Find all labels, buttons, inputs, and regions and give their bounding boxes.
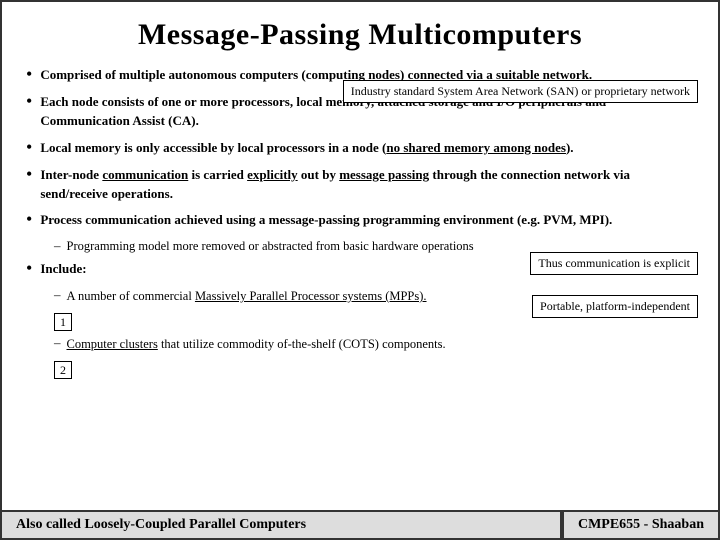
bullet-text-4: Inter-node communication is carried expl… (40, 166, 694, 204)
bullet-dot-5: • (26, 209, 32, 230)
bullet-dot-2: • (26, 91, 32, 112)
num-box-1: 1 (54, 313, 72, 331)
dash-n1: – (54, 287, 61, 303)
bottom-bar: Also called Loosely-Coupled Parallel Com… (2, 510, 718, 538)
bullet-dot-4: • (26, 164, 32, 185)
bottom-right-label: CMPE655 - Shaaban (562, 512, 718, 538)
bullet-item-4: • Inter-node communication is carried ex… (26, 166, 694, 204)
numbered-text-2: Computer clusters that utilize commodity… (67, 335, 446, 353)
dash-5: – (54, 238, 61, 254)
slide-title: Message-Passing Multicomputers (26, 18, 694, 52)
bullet-item-3: • Local memory is only accessible by loc… (26, 139, 694, 158)
bottom-left-label: Also called Loosely-Coupled Parallel Com… (2, 512, 562, 538)
bullet-text-5: Process communication achieved using a m… (40, 211, 612, 230)
subitem-text-5: Programming model more removed or abstra… (67, 238, 474, 256)
num-box-2: 2 (54, 361, 72, 379)
dash-n2: – (54, 335, 61, 351)
bullet-text-6: Include: (40, 260, 86, 279)
tooltip-portable: Portable, platform-independent (532, 295, 698, 318)
tooltip-san: Industry standard System Area Network (S… (343, 80, 698, 103)
bullet-dot-1: • (26, 64, 32, 85)
slide: Message-Passing Multicomputers • Compris… (0, 0, 720, 540)
dash-num-2: – Computer clusters that utilize commodi… (54, 335, 446, 353)
num-box-row-2: 2 (54, 360, 694, 379)
numbered-text-1: A number of commercial Massively Paralle… (67, 287, 427, 305)
bullet-item-5: • Process communication achieved using a… (26, 211, 694, 230)
dash-num-1: – A number of commercial Massively Paral… (54, 287, 427, 305)
tooltip-explicit: Thus communication is explicit (530, 252, 698, 275)
bullet-dot-3: • (26, 137, 32, 158)
numbered-row-2: – Computer clusters that utilize commodi… (54, 335, 694, 357)
bullet-text-3: Local memory is only accessible by local… (40, 139, 573, 158)
bullet-dot-6: • (26, 258, 32, 279)
